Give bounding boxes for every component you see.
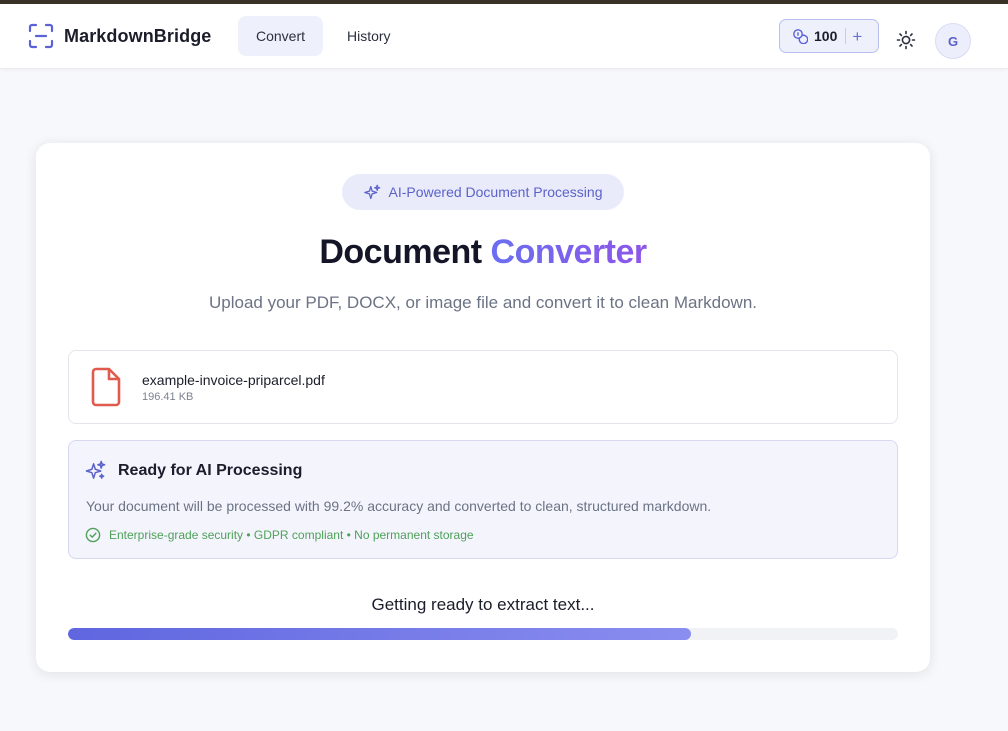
ready-title: Ready for AI Processing xyxy=(118,462,303,479)
progress-bar xyxy=(68,628,898,640)
add-credits-button[interactable]: + xyxy=(852,28,862,45)
converter-card: AI-Powered Document Processing Document … xyxy=(36,143,930,672)
credits-divider xyxy=(845,28,847,44)
sparkles-icon xyxy=(363,184,380,199)
coins-icon xyxy=(793,29,808,44)
ready-description: Your document will be processed with 99.… xyxy=(86,498,712,514)
progress-status: Getting ready to extract text... xyxy=(371,595,595,614)
sun-icon[interactable] xyxy=(896,30,916,50)
file-name: example-invoice-priparcel.pdf xyxy=(142,372,325,388)
ai-badge: AI-Powered Document Processing xyxy=(342,174,624,210)
sparkles-icon xyxy=(85,460,106,479)
ai-badge-label: AI-Powered Document Processing xyxy=(388,184,603,200)
pdf-file-icon xyxy=(91,367,121,407)
tab-history[interactable]: History xyxy=(331,16,407,56)
security-text: Enterprise-grade security • GDPR complia… xyxy=(109,528,474,542)
user-avatar[interactable]: G xyxy=(935,23,971,59)
brand-name: MarkdownBridge xyxy=(64,25,212,46)
top-navbar: MarkdownBridge Convert History 100 + G xyxy=(0,4,1008,69)
check-circle-icon xyxy=(85,527,101,543)
credits-widget[interactable]: 100 + xyxy=(779,19,879,53)
ready-panel: Ready for AI Processing Your document wi… xyxy=(68,440,898,559)
page-title-accent: Converter xyxy=(490,233,648,271)
selected-file[interactable]: example-invoice-priparcel.pdf 196.41 KB xyxy=(68,350,898,424)
page-title: Document Converter xyxy=(36,233,930,272)
security-note: Enterprise-grade security • GDPR complia… xyxy=(85,527,474,543)
page-title-main: Document xyxy=(319,233,482,271)
progress-fill xyxy=(68,628,691,640)
tab-convert[interactable]: Convert xyxy=(238,16,323,56)
page-subtitle: Upload your PDF, DOCX, or image file and… xyxy=(208,293,758,312)
credits-count: 100 xyxy=(814,28,838,44)
file-size: 196.41 KB xyxy=(142,391,194,403)
brand[interactable]: MarkdownBridge xyxy=(28,23,211,49)
scan-bracket-icon xyxy=(28,23,54,49)
